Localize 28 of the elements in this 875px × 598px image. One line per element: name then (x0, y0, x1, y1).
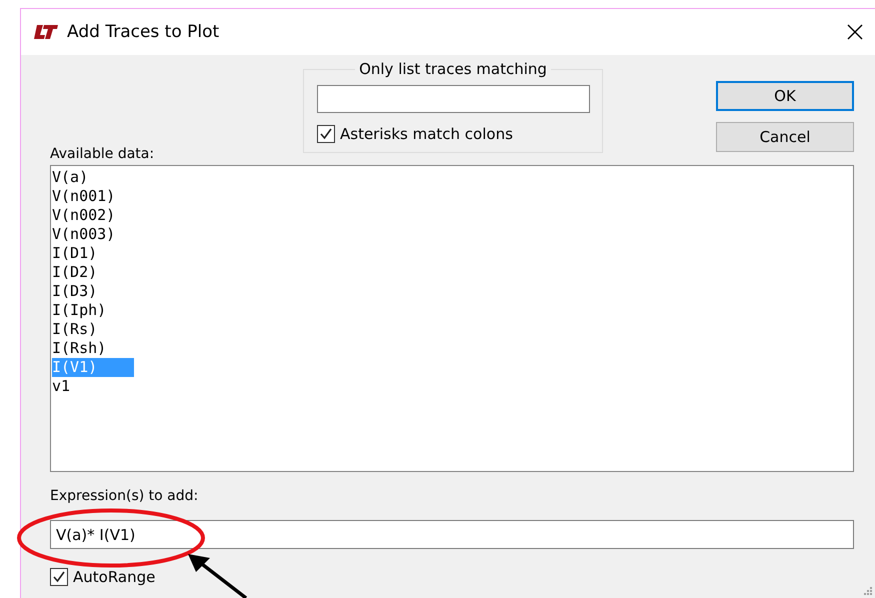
list-item[interactable]: I(D3) (52, 282, 134, 301)
checkbox-label: Asterisks match colons (340, 125, 513, 143)
list-item[interactable]: I(Rsh) (52, 339, 134, 358)
dialog-button[interactable]: Cancel (716, 122, 854, 152)
list-item[interactable]: I(Iph) (52, 301, 134, 320)
group-legend: Only list traces matching (355, 60, 551, 78)
list-item[interactable]: V(n003) (52, 225, 134, 244)
expression-field[interactable]: V(a)* I(V1) (50, 520, 854, 549)
list-item[interactable]: V(a) (52, 168, 134, 187)
window-title: Add Traces to Plot (67, 22, 220, 42)
available-data-label: Available data: (50, 146, 156, 162)
checkbox-label: AutoRange (73, 568, 156, 586)
trace-list[interactable]: V(a) V(n001) V(n002) V(n003) I(D1) I(D2) I(D3) I(Iph) I(Rs) I(Rsh) I(V1) v1 (50, 165, 854, 472)
list-item[interactable]: V(n002) (52, 206, 134, 225)
list-item[interactable]: I(D2) (52, 263, 134, 282)
dialog-button[interactable]: OK (716, 81, 854, 111)
close-icon[interactable] (845, 22, 865, 42)
asterisks-checkbox[interactable] (317, 125, 335, 143)
list-item[interactable]: v1 (52, 377, 134, 396)
list-item[interactable]: I(D1) (52, 244, 134, 263)
autorange-checkbox[interactable] (50, 568, 68, 586)
expression-label: Expression(s) to add: (50, 488, 200, 504)
filter-field[interactable] (317, 85, 590, 113)
pointer-arrow (186, 552, 248, 598)
list-item[interactable]: V(n001) (52, 187, 134, 206)
list-item[interactable]: I(Rs) (52, 320, 134, 339)
logo-icon (33, 24, 59, 40)
resize-grip-icon[interactable] (863, 586, 873, 596)
